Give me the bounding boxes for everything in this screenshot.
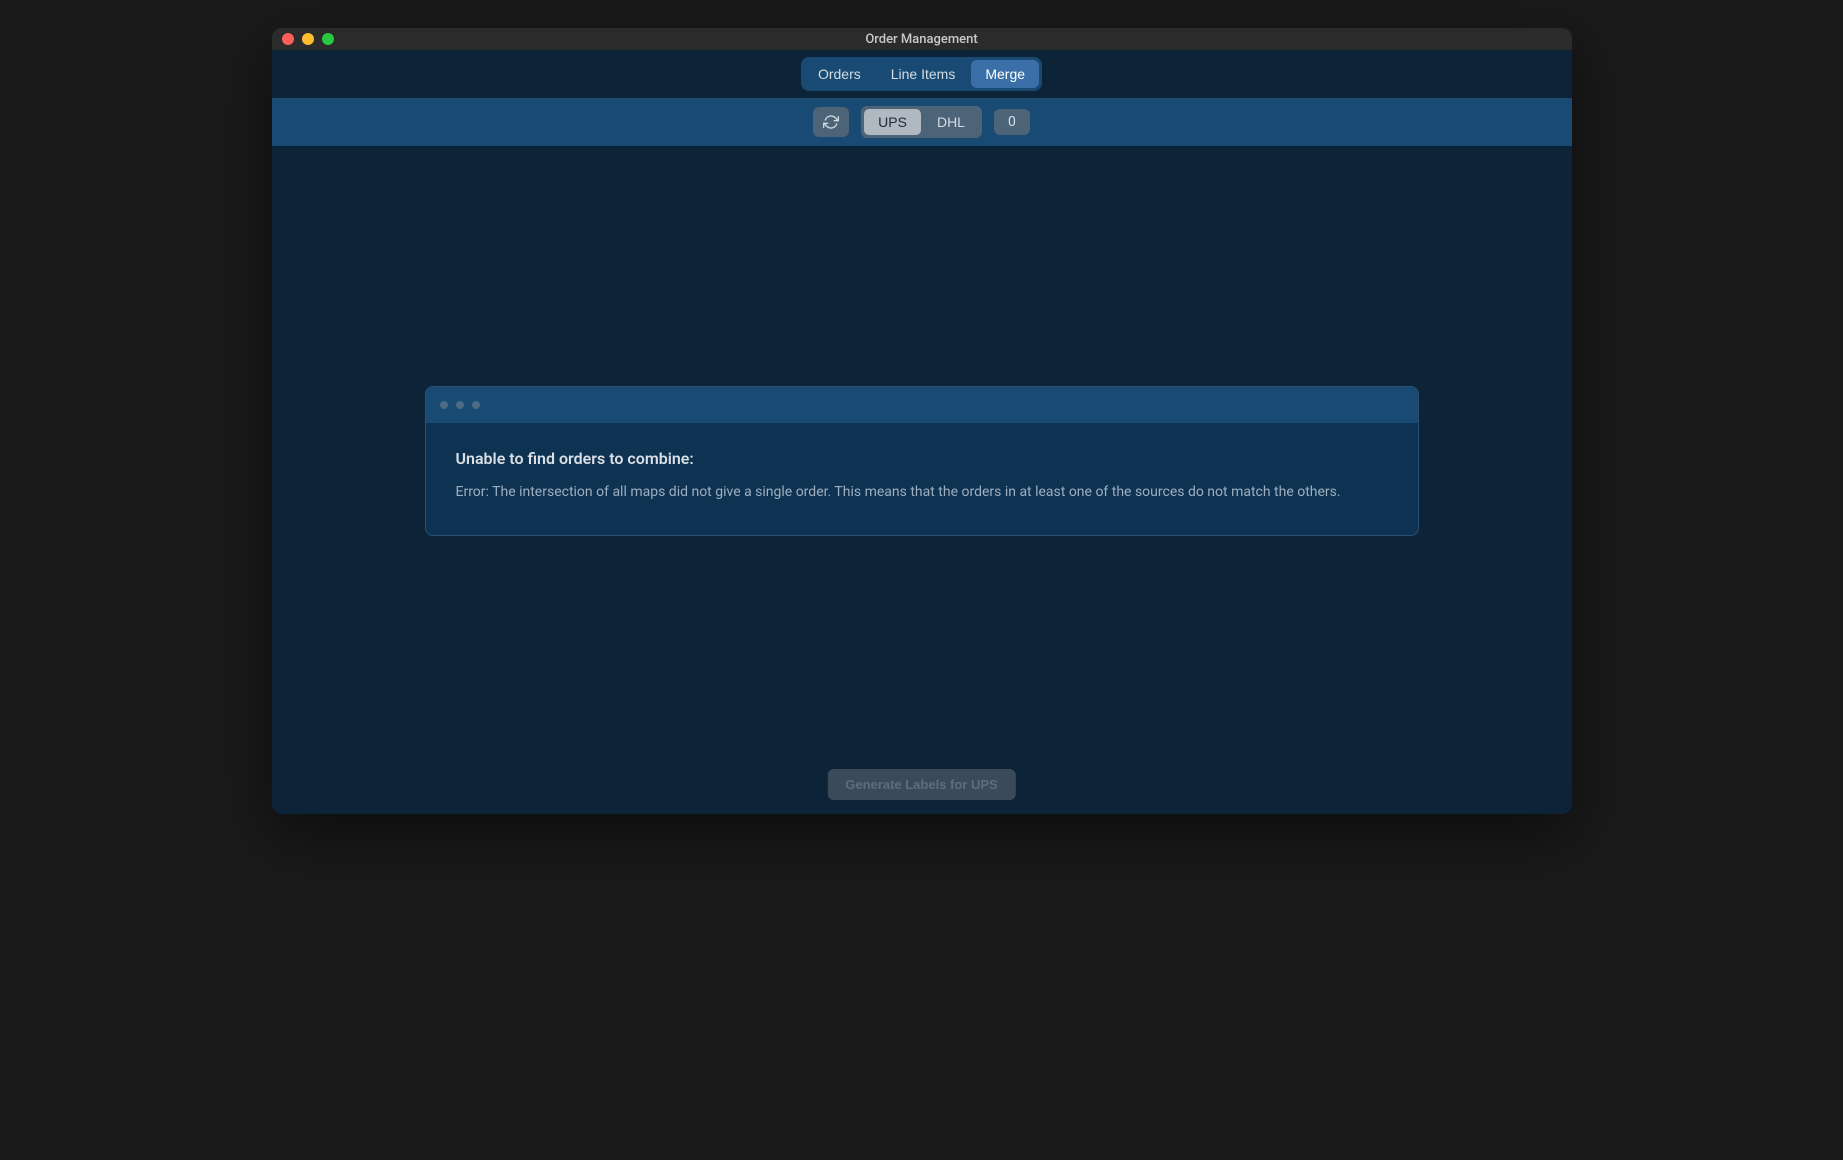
- tabs-group: Orders Line Items Merge: [801, 57, 1042, 91]
- panel-dot-icon: [456, 401, 464, 409]
- toolbar: UPS DHL 0: [272, 98, 1572, 146]
- carrier-selector: UPS DHL: [861, 106, 982, 138]
- window-title: Order Management: [865, 32, 977, 47]
- tab-orders[interactable]: Orders: [804, 60, 875, 88]
- error-panel-header: [426, 387, 1418, 423]
- traffic-lights: [282, 33, 334, 45]
- maximize-window-button[interactable]: [322, 33, 334, 45]
- error-message: Error: The intersection of all maps did …: [456, 482, 1388, 503]
- error-panel: Unable to find orders to combine: Error:…: [425, 386, 1419, 536]
- panel-dot-icon: [472, 401, 480, 409]
- refresh-button[interactable]: [813, 107, 849, 137]
- titlebar: Order Management: [272, 28, 1572, 50]
- main-content: Unable to find orders to combine: Error:…: [272, 146, 1572, 814]
- tab-line-items[interactable]: Line Items: [877, 60, 970, 88]
- close-window-button[interactable]: [282, 33, 294, 45]
- refresh-icon: [823, 114, 839, 130]
- app-window: Order Management Orders Line Items Merge…: [272, 28, 1572, 814]
- tab-merge[interactable]: Merge: [971, 60, 1039, 88]
- count-badge: 0: [994, 109, 1030, 135]
- panel-dot-icon: [440, 401, 448, 409]
- error-title: Unable to find orders to combine:: [456, 449, 1388, 468]
- tabs-bar: Orders Line Items Merge: [272, 50, 1572, 98]
- minimize-window-button[interactable]: [302, 33, 314, 45]
- carrier-ups[interactable]: UPS: [864, 109, 921, 135]
- error-panel-body: Unable to find orders to combine: Error:…: [426, 423, 1418, 535]
- carrier-dhl[interactable]: DHL: [923, 109, 979, 135]
- generate-labels-button[interactable]: Generate Labels for UPS: [827, 769, 1015, 800]
